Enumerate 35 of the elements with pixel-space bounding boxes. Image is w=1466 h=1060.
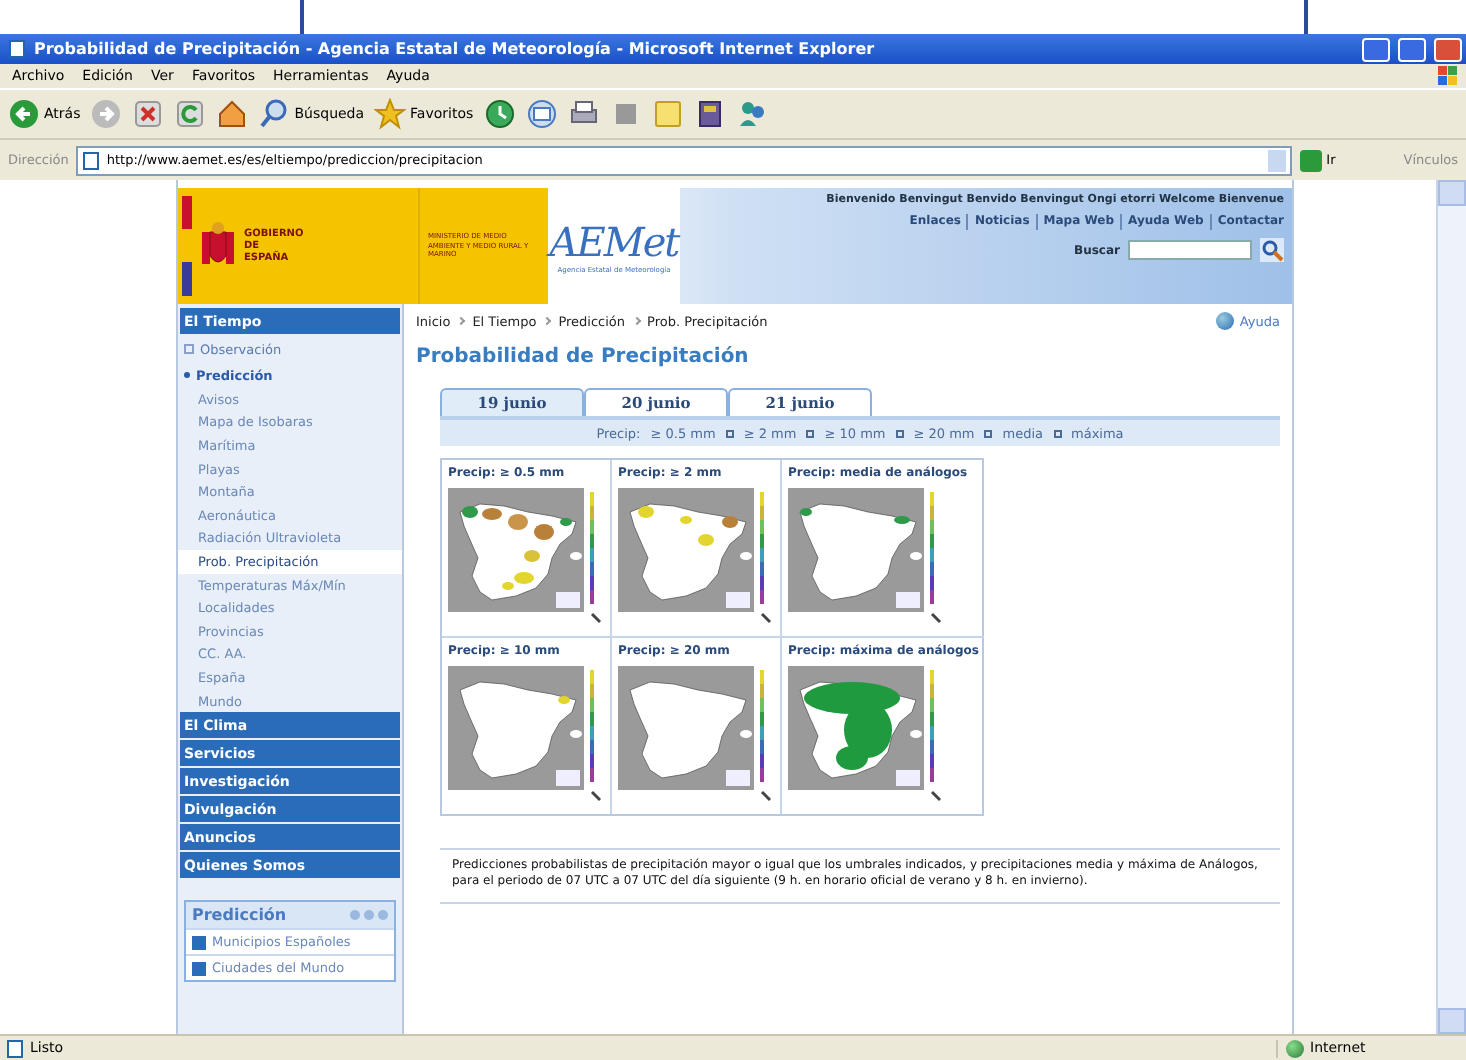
page-icon	[6, 1039, 24, 1057]
bullet-icon	[184, 372, 190, 378]
agency-logo[interactable]: AEMet	[549, 218, 679, 266]
bullet-icon	[192, 935, 206, 950]
page-icon	[8, 40, 26, 58]
home-icon	[216, 98, 249, 130]
minimize-button[interactable]	[1362, 37, 1390, 61]
close-button[interactable]	[1434, 37, 1462, 61]
expand-icon	[184, 344, 194, 354]
page-icon	[82, 151, 101, 169]
window-title: Probabilidad de Precipitación - Agencia Estatal de Meteorología - Microsoft Internet Explorer	[34, 40, 877, 58]
mail-icon	[525, 98, 558, 130]
star-icon	[374, 98, 407, 130]
clock-icon	[483, 98, 516, 130]
search-button[interactable]	[1260, 238, 1284, 262]
scrollbar[interactable]	[1436, 180, 1466, 1034]
toolbar-button[interactable]	[132, 98, 165, 130]
toolbar-button[interactable]	[693, 98, 726, 130]
search-icon	[258, 98, 291, 130]
toolbar-button[interactable]	[483, 98, 516, 130]
globe-icon	[1286, 1039, 1304, 1057]
note-icon	[651, 98, 684, 130]
search-field[interactable]	[1128, 240, 1252, 260]
box-title: Predicción	[192, 906, 287, 925]
windows-flag-icon	[1438, 66, 1458, 86]
toolbar-button[interactable]	[216, 98, 249, 130]
flag-stripe	[182, 196, 192, 296]
page-title: Probabilidad de Precipitación	[416, 346, 751, 368]
maximize-button[interactable]	[1398, 37, 1426, 61]
stop-icon	[132, 98, 165, 130]
refresh-icon	[174, 98, 207, 130]
people-icon	[735, 98, 768, 130]
toolbar-button[interactable]	[525, 98, 558, 130]
bullet-icon	[192, 961, 206, 976]
book-icon	[693, 98, 726, 130]
